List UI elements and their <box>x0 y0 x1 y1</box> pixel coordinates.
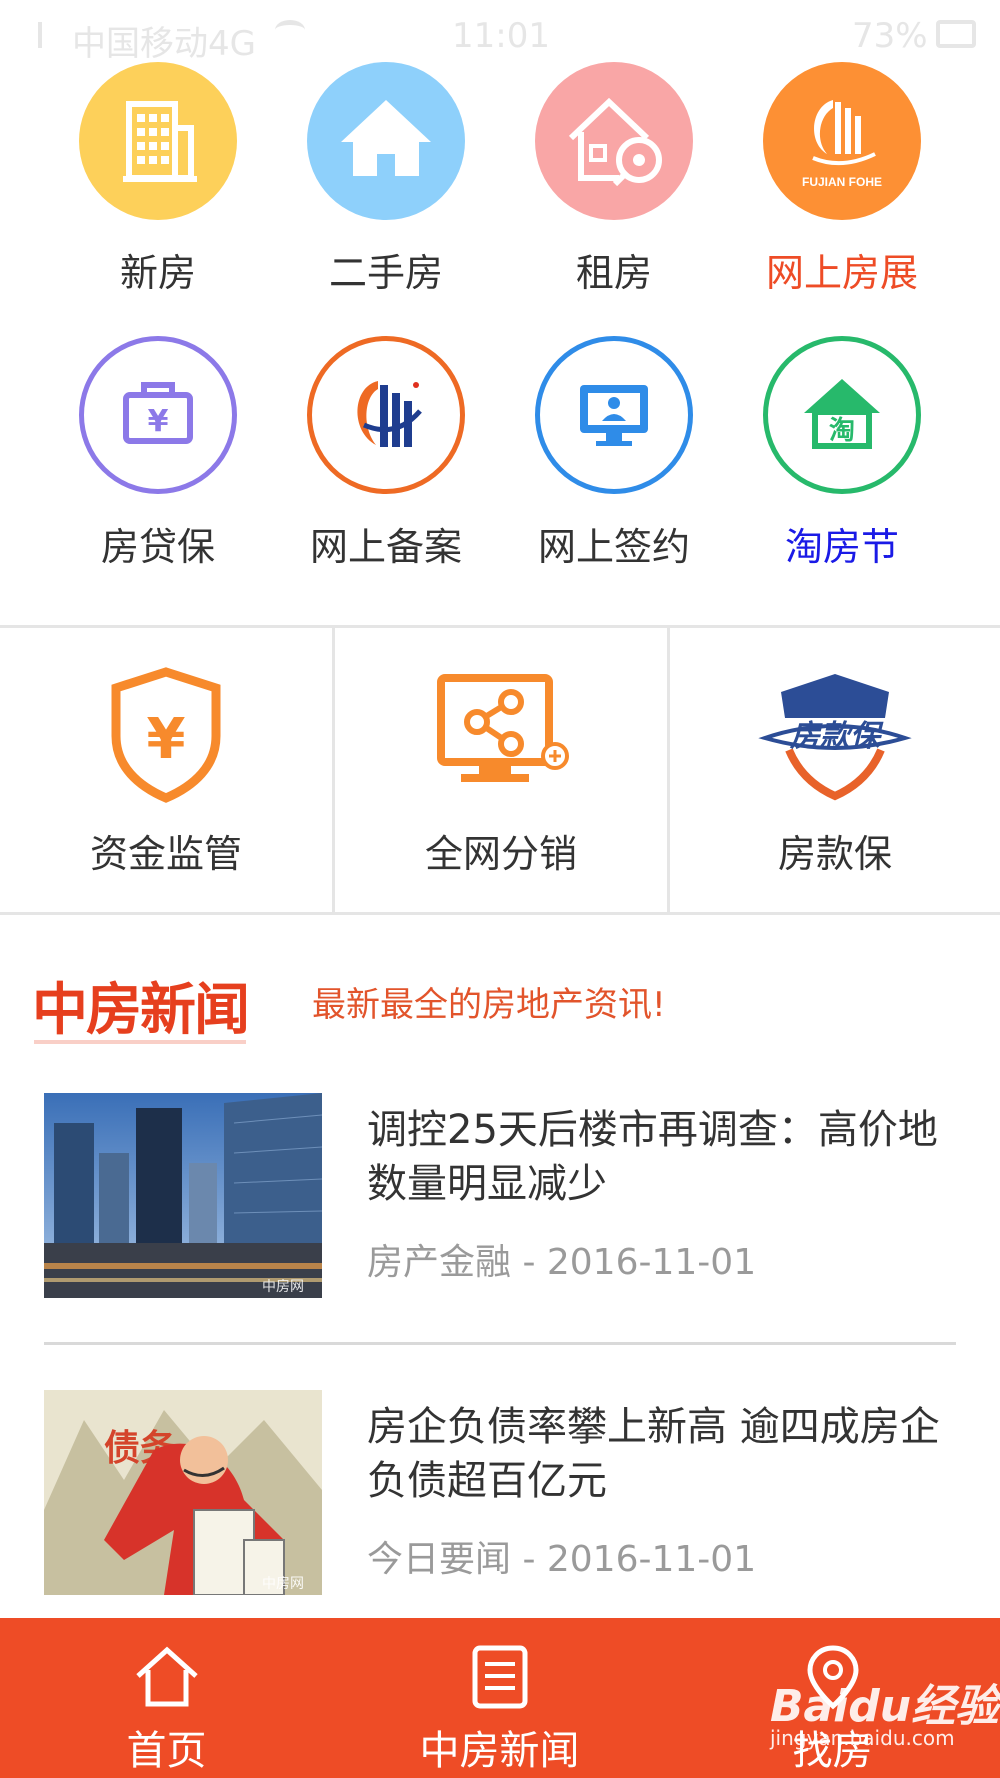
feature-label: 资金监管 <box>89 832 242 876</box>
news-thumbnail-skyline: 中房网 <box>44 1093 322 1298</box>
svg-text:中房网: 中房网 <box>262 1279 304 1295</box>
svg-text:淘: 淘 <box>829 416 855 446</box>
nav-label: 中房新闻 <box>419 1728 580 1774</box>
status-bar: 中国移动4G 11:01 73% <box>0 0 1000 70</box>
news-item[interactable]: 债务 中房网 房企负债率攀上新高 逾四成房企负债超百亿元 今日要闻 - 2016… <box>44 1390 956 1600</box>
menu-label: 网上备案 <box>309 525 462 569</box>
svg-text:¥: ¥ <box>147 707 186 772</box>
building-icon <box>79 62 237 220</box>
menu-label: 网上签约 <box>537 525 690 569</box>
menu-label: 租房 <box>575 251 652 295</box>
home-icon <box>132 1642 202 1712</box>
feature-network-distribution[interactable]: 全网分销 <box>332 628 667 912</box>
menu-label: 网上房展 <box>765 251 918 295</box>
svg-text:房款保: 房款保 <box>789 719 884 754</box>
news-logo: 中房新闻 <box>32 965 250 1046</box>
house-icon <box>307 62 465 220</box>
menu-online-sign[interactable]: 网上签约 <box>500 336 728 596</box>
news-title: 房企负债率攀上新高 逾四成房企负债超百亿元 <box>367 1404 940 1504</box>
svg-text:¥: ¥ <box>148 404 169 439</box>
news-icon <box>465 1642 535 1712</box>
fangkuanbao-badge-icon: 房款保 <box>755 666 915 806</box>
menu-rent[interactable]: 租房 <box>500 62 728 322</box>
feature-row: ¥ 资金监管 全网分销 房款保 房款保 <box>0 625 1000 915</box>
svg-text:中房网: 中房网 <box>262 1576 304 1592</box>
baidu-jingyan-watermark: Baidu经验 jingyan.baidu.com <box>760 1660 1000 1760</box>
menu-second-hand-house[interactable]: 二手房 <box>272 62 500 322</box>
news-title: 调控25天后楼市再调查：高价地数量明显减少 <box>367 1107 938 1207</box>
watermark-text: Baidu经验 <box>770 1681 1000 1732</box>
battery-icon <box>936 20 976 48</box>
nav-news[interactable]: 中房新闻 <box>333 1618 666 1778</box>
money-bag-icon: ¥ <box>79 336 237 494</box>
feature-fund-supervision[interactable]: ¥ 资金监管 <box>0 628 332 912</box>
network-monitor-icon <box>421 666 581 806</box>
feature-label: 房款保 <box>777 832 892 876</box>
house-key-icon <box>535 62 693 220</box>
battery-percent: 73% <box>852 16 928 56</box>
news-meta: 房产金融 - 2016-11-01 <box>367 1242 757 1283</box>
clock: 11:01 <box>452 16 550 56</box>
watermark-url: jingyan.baidu.com <box>770 1726 955 1750</box>
menu-label: 二手房 <box>328 251 443 295</box>
menu-online-expo[interactable]: FUJIAN FOHE 网上房展 <box>728 62 956 322</box>
news-tagline: 最新最全的房地产资讯! <box>312 985 666 1025</box>
menu-label: 淘房节 <box>784 525 899 569</box>
news-meta: 今日要闻 - 2016-11-01 <box>367 1539 757 1580</box>
svg-text:FUJIAN FOHE: FUJIAN FOHE <box>802 175 882 189</box>
shield-yuan-icon: ¥ <box>86 666 246 806</box>
nav-home[interactable]: 首页 <box>0 1618 333 1778</box>
monitor-person-icon <box>535 336 693 494</box>
tao-house-icon: 淘 <box>763 336 921 494</box>
menu-new-house[interactable]: 新房 <box>44 62 272 322</box>
carrier-label: 中国移动4G <box>72 24 256 64</box>
news-thumbnail-cartoon: 债务 中房网 <box>44 1390 322 1595</box>
menu-house-festival[interactable]: 淘 淘房节 <box>728 336 956 596</box>
menu-loan-insurance[interactable]: ¥ 房贷保 <box>44 336 272 596</box>
fujian-fohe-logo-icon: FUJIAN FOHE <box>763 62 921 220</box>
record-logo-icon <box>307 336 465 494</box>
wifi-icon <box>275 20 305 40</box>
signal-icon <box>38 22 58 48</box>
news-divider <box>44 1342 956 1345</box>
feature-label: 全网分销 <box>424 832 577 876</box>
news-item[interactable]: 中房网 调控25天后楼市再调查：高价地数量明显减少 房产金融 - 2016-11… <box>44 1093 956 1303</box>
menu-online-filing[interactable]: 网上备案 <box>272 336 500 596</box>
menu-label: 新房 <box>119 251 196 295</box>
menu-label: 房贷保 <box>100 525 215 569</box>
news-section-header: 中房新闻 最新最全的房地产资讯! <box>32 965 972 1044</box>
feature-payment-guarantee[interactable]: 房款保 房款保 <box>667 628 1000 912</box>
nav-label: 首页 <box>126 1728 207 1774</box>
